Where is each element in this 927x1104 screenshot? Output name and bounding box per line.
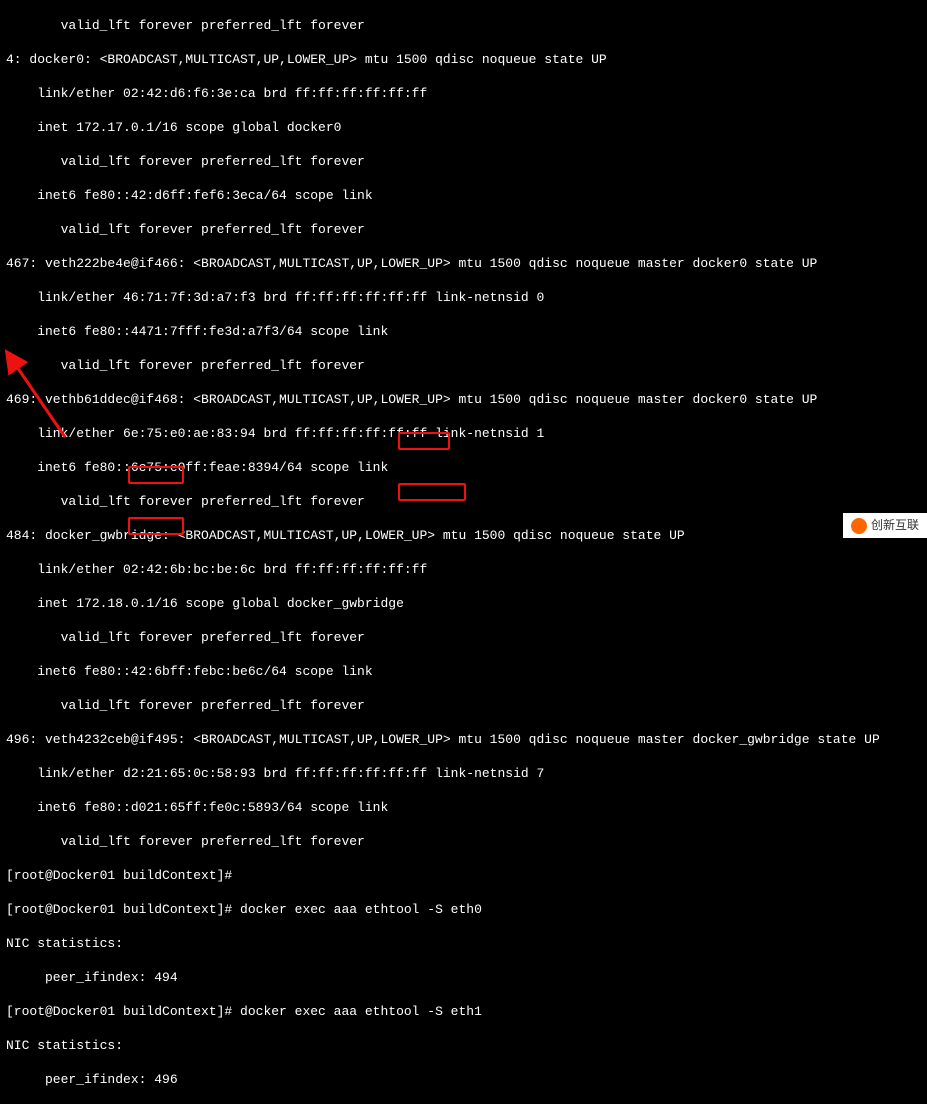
output-line: link/ether 6e:75:e0:ae:83:94 brd ff:ff:f… <box>6 425 921 442</box>
output-line: peer_ifindex: 496 <box>6 1071 921 1088</box>
logo-icon <box>851 518 867 534</box>
output-line: inet6 fe80::6c75:e0ff:feae:8394/64 scope… <box>6 459 921 476</box>
output-line: inet 172.17.0.1/16 scope global docker0 <box>6 119 921 136</box>
command-line: [root@Docker01 buildContext]# docker exe… <box>6 901 921 918</box>
output-line: valid_lft forever preferred_lft forever <box>6 153 921 170</box>
output-line: valid_lft forever preferred_lft forever <box>6 221 921 238</box>
output-line: valid_lft forever preferred_lft forever <box>6 629 921 646</box>
watermark-logo: 创新互联 <box>843 513 927 538</box>
output-line: valid_lft forever preferred_lft forever <box>6 833 921 850</box>
output-line: 469: vethb61ddec@if468: <BROADCAST,MULTI… <box>6 391 921 408</box>
output-line: inet6 fe80::4471:7fff:fe3d:a7f3/64 scope… <box>6 323 921 340</box>
output-line: 496: veth4232ceb@if495: <BROADCAST,MULTI… <box>6 731 921 748</box>
output-line: peer_ifindex: 494 <box>6 969 921 986</box>
output-line: inet 172.18.0.1/16 scope global docker_g… <box>6 595 921 612</box>
output-line: link/ether 02:42:d6:f6:3e:ca brd ff:ff:f… <box>6 85 921 102</box>
output-line: NIC statistics: <box>6 935 921 952</box>
output-line: 467: veth222be4e@if466: <BROADCAST,MULTI… <box>6 255 921 272</box>
output-line: 4: docker0: <BROADCAST,MULTICAST,UP,LOWE… <box>6 51 921 68</box>
output-line: NIC statistics: <box>6 1037 921 1054</box>
output-line: inet6 fe80::42:d6ff:fef6:3eca/64 scope l… <box>6 187 921 204</box>
output-line: link/ether 02:42:6b:bc:be:6c brd ff:ff:f… <box>6 561 921 578</box>
output-line: link/ether 46:71:7f:3d:a7:f3 brd ff:ff:f… <box>6 289 921 306</box>
output-line: valid_lft forever preferred_lft forever <box>6 493 921 510</box>
output-line: valid_lft forever preferred_lft forever <box>6 357 921 374</box>
output-line: valid_lft forever preferred_lft forever <box>6 697 921 714</box>
output-line: inet6 fe80::d021:65ff:fe0c:5893/64 scope… <box>6 799 921 816</box>
output-line: valid_lft forever preferred_lft forever <box>6 17 921 34</box>
output-line: 484: docker_gwbridge: <BROADCAST,MULTICA… <box>6 527 921 544</box>
prompt-line: [root@Docker01 buildContext]# <box>6 867 921 884</box>
command-line: [root@Docker01 buildContext]# docker exe… <box>6 1003 921 1020</box>
logo-text: 创新互联 <box>871 517 919 534</box>
terminal-output[interactable]: valid_lft forever preferred_lft forever … <box>0 0 927 1104</box>
output-line: link/ether d2:21:65:0c:58:93 brd ff:ff:f… <box>6 765 921 782</box>
output-line: inet6 fe80::42:6bff:febc:be6c/64 scope l… <box>6 663 921 680</box>
